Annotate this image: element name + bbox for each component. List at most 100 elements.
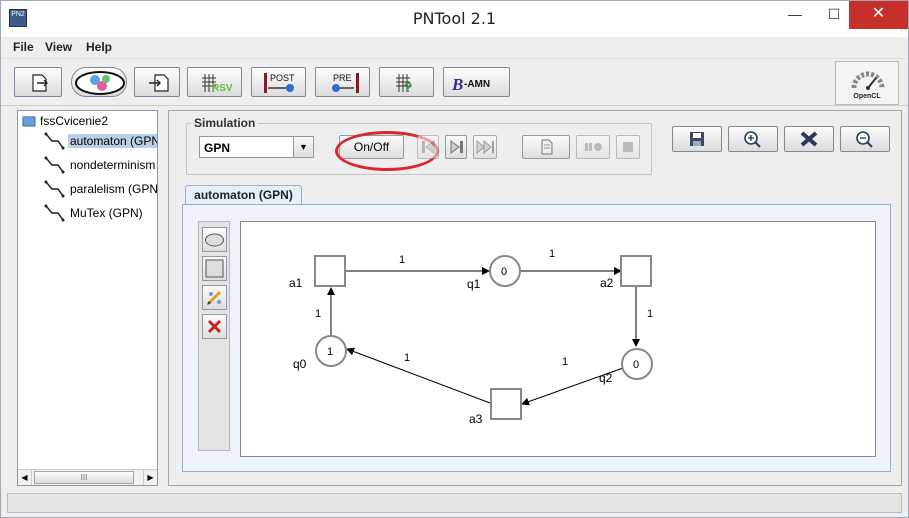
simulation-group: Simulation GPN ▼ On/Off <box>186 116 652 175</box>
record-playback-button[interactable] <box>576 135 610 159</box>
cross-icon <box>800 131 818 147</box>
pencil-icon <box>206 290 222 306</box>
tree-item-paralelism[interactable]: paralelism (GPN) <box>42 179 157 199</box>
zoom-in-button[interactable] <box>728 126 778 152</box>
net-node-icon <box>44 204 65 222</box>
transition-a3[interactable] <box>490 388 522 420</box>
delete-x-icon <box>207 319 222 334</box>
record-icon <box>585 143 602 151</box>
fast-forward-icon <box>476 139 494 155</box>
petri-net-diagram: 1 1 1 1 1 1 0 0 1 a1 a2 a3 q1 q2 q0 <box>289 248 653 426</box>
transition-label: a3 <box>469 412 483 426</box>
post-button[interactable]: POST <box>251 67 306 97</box>
petri-net-canvas[interactable]: 1 1 1 1 1 1 0 0 1 a1 a2 a3 q1 q2 q0 <box>240 221 876 457</box>
transition-a2[interactable] <box>620 255 652 287</box>
grid-help-button[interactable]: ? <box>379 67 434 97</box>
chevron-down-icon[interactable]: ▼ <box>293 137 313 157</box>
token-count: 0 <box>633 359 639 371</box>
svg-text:RSV: RSV <box>212 83 233 94</box>
record-button[interactable] <box>522 135 570 159</box>
svg-text:PRE: PRE <box>333 73 352 83</box>
tree-item-automaton[interactable]: automaton (GPN) <box>42 131 157 151</box>
project-tree[interactable]: fssCvicenie2 automaton (GPN) nondetermin… <box>17 110 158 486</box>
app-window: PN2 PNTool 2.1 — ☐ ✕ File View Help RSV … <box>0 0 909 518</box>
stop-icon <box>623 142 633 152</box>
place-label: q2 <box>599 371 613 385</box>
open-file-button[interactable] <box>14 67 62 97</box>
net-node-icon <box>44 132 65 150</box>
arc-weight: 1 <box>404 352 410 364</box>
step-back-icon <box>422 140 435 154</box>
arc-a3-q0[interactable] <box>346 347 491 404</box>
tree-root-label: fssCvicenie2 <box>40 114 109 128</box>
transition-label: a2 <box>600 276 614 290</box>
add-arc-button[interactable] <box>202 285 227 310</box>
tab-content: 1 1 1 1 1 1 0 0 1 a1 a2 a3 q1 q2 q0 <box>182 204 891 472</box>
opencl-label: OpenCL <box>853 93 881 100</box>
zoom-out-button[interactable] <box>840 126 890 152</box>
arc-weight: 1 <box>647 308 653 320</box>
reset-zoom-button[interactable] <box>784 126 834 152</box>
svg-text:-AMN: -AMN <box>464 79 490 90</box>
transition-square-icon <box>205 259 224 278</box>
delete-element-button[interactable] <box>202 314 227 339</box>
title-bar: PN2 PNTool 2.1 — ☐ ✕ <box>1 1 908 37</box>
scroll-right-arrow-icon[interactable]: ▶ <box>143 470 157 485</box>
place-label: q1 <box>467 277 481 291</box>
tree-item-mutex[interactable]: MuTex (GPN) <box>42 203 157 223</box>
tree-item-label: automaton (GPN) <box>68 134 157 148</box>
rsv-button[interactable]: RSV <box>187 67 242 97</box>
scroll-left-arrow-icon[interactable]: ◀ <box>18 470 32 485</box>
arc-weight: 1 <box>549 248 555 260</box>
transition-a1[interactable] <box>314 255 346 287</box>
horizontal-scrollbar[interactable]: ◀ III ▶ <box>18 469 157 485</box>
tree-item-label: paralelism (GPN) <box>70 182 157 196</box>
simulation-title: Simulation <box>191 116 259 130</box>
save-button[interactable] <box>672 126 722 152</box>
token-count: 0 <box>501 266 507 278</box>
step-forward-button[interactable] <box>445 135 467 159</box>
pre-button[interactable]: PRE <box>315 67 370 97</box>
tab-automaton[interactable]: automaton (GPN) <box>185 185 302 205</box>
menu-file[interactable]: File <box>13 40 34 54</box>
open-file-icon <box>32 74 48 92</box>
place-ellipse-icon <box>205 233 224 247</box>
tree-item-label: MuTex (GPN) <box>70 206 143 220</box>
step-forward-icon <box>450 140 463 154</box>
simulation-type-select[interactable]: GPN ▼ <box>199 136 314 158</box>
add-place-button[interactable] <box>202 227 227 252</box>
arc-weight: 1 <box>315 308 321 320</box>
gauge-icon <box>851 71 885 90</box>
step-back-button[interactable] <box>417 135 439 159</box>
fast-forward-button[interactable] <box>473 135 497 159</box>
gpn-logo-icon <box>75 71 125 95</box>
add-transition-button[interactable] <box>202 256 227 281</box>
bamn-icon: B -AMN <box>451 75 490 94</box>
gpn-button[interactable] <box>71 67 127 97</box>
pre-matrix-icon: PRE <box>332 73 359 93</box>
arc-weight: 1 <box>562 356 568 368</box>
zoom-out-icon <box>856 131 873 148</box>
menu-view[interactable]: View <box>45 40 72 54</box>
svg-text:B: B <box>451 75 463 94</box>
bamn-button[interactable]: B -AMN <box>443 67 510 97</box>
close-button[interactable]: ✕ <box>849 1 908 29</box>
svg-text:?: ? <box>404 79 413 95</box>
grid-help-icon: ? <box>396 74 413 95</box>
token-count: 1 <box>327 346 333 358</box>
scroll-thumb[interactable]: III <box>34 471 134 484</box>
grid-rsv-icon: RSV <box>202 74 233 94</box>
menu-bar: File View Help <box>1 37 908 58</box>
toolbar: RSV POST PRE ? B -AMN OpenCL <box>1 58 908 106</box>
stop-button[interactable] <box>616 135 640 159</box>
status-bar <box>7 493 902 513</box>
document-icon <box>541 139 553 155</box>
import-button[interactable] <box>134 67 180 97</box>
opencl-indicator[interactable]: OpenCL <box>835 61 899 105</box>
save-icon <box>690 132 704 146</box>
zoom-in-icon <box>744 131 761 148</box>
net-node-icon <box>44 180 65 198</box>
tree-item-label: nondeterminism <box>70 158 156 172</box>
menu-help[interactable]: Help <box>86 40 112 54</box>
tree-item-nondeterminism[interactable]: nondeterminism <box>42 155 157 175</box>
